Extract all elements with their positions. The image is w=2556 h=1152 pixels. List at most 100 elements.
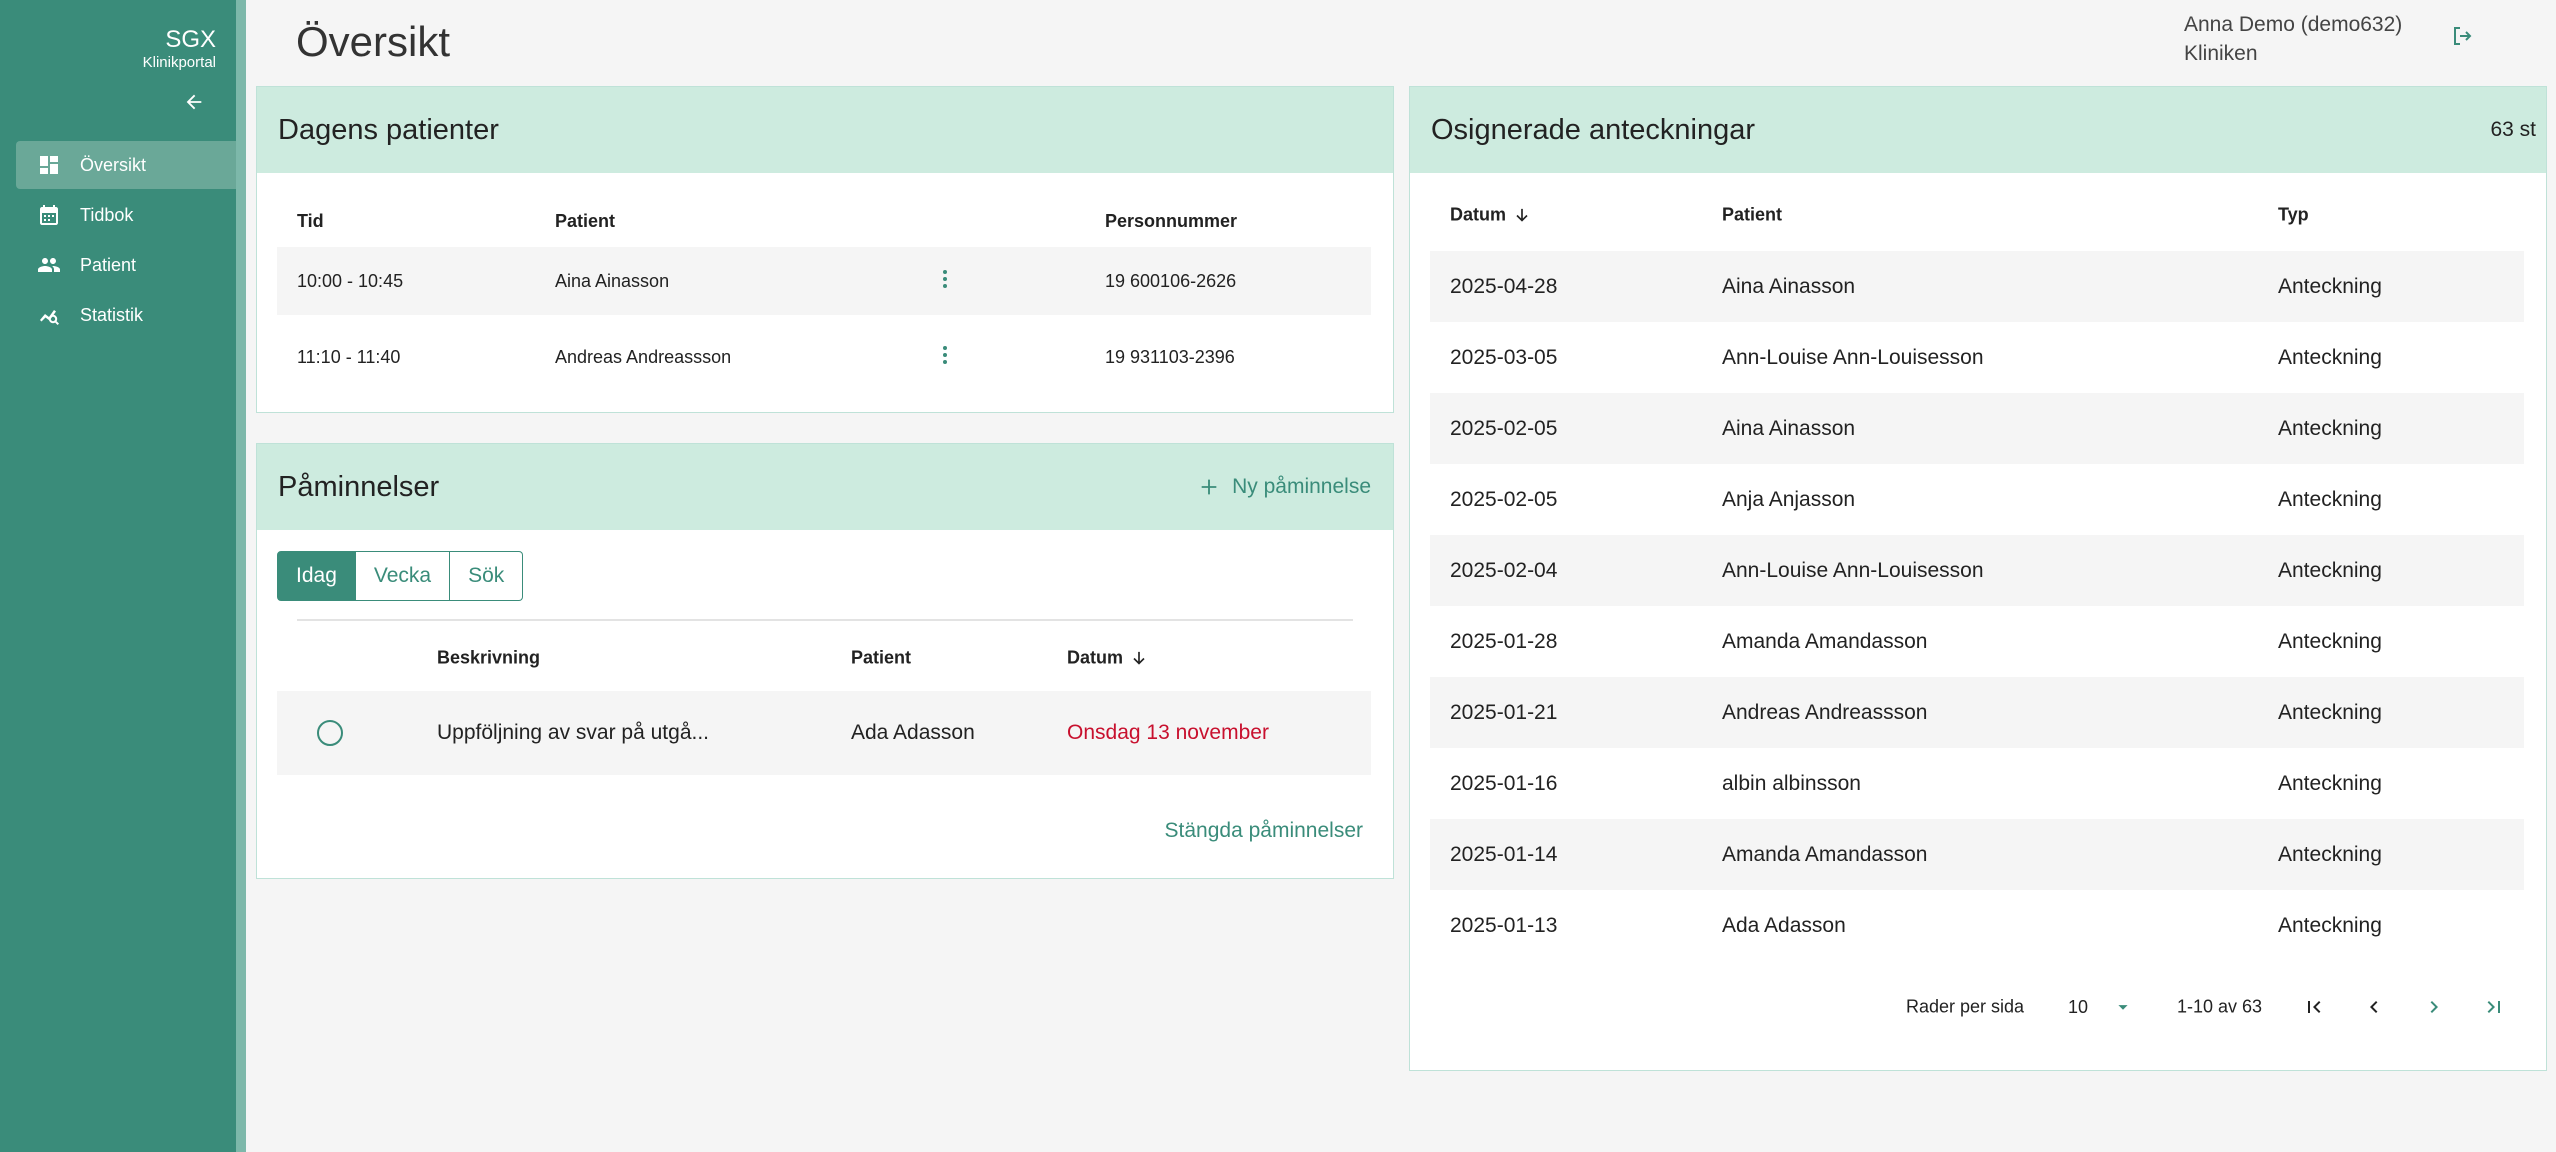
last-page-button[interactable] — [2476, 989, 2512, 1025]
cell-date: Onsdag 13 november — [1067, 721, 1269, 744]
cell-description: Uppföljning av svar på utgå... — [437, 721, 709, 744]
column-header-patient: Patient — [555, 210, 616, 231]
cell-type: Anteckning — [2278, 771, 2382, 795]
sidebar-item-statistik[interactable]: Statistik — [16, 291, 236, 339]
cell-date: 2025-04-28 — [1450, 274, 1558, 298]
statistics-icon — [36, 302, 62, 328]
cell-type: Anteckning — [2278, 558, 2382, 582]
brand: SGX Klinikportal — [143, 26, 216, 72]
brand-name: SGX — [165, 26, 216, 53]
table-row[interactable]: 10:00 - 10:45 Aina Ainasson 19 600106-26… — [277, 247, 1371, 315]
sidebar-item-label: Statistik — [80, 304, 144, 325]
tab-vecka[interactable]: Vecka — [355, 551, 451, 601]
unsigned-notes-header: Osignerade anteckningar 63 st — [1410, 87, 2546, 173]
unsigned-notes-count: 63 st — [2490, 118, 2536, 141]
complete-reminder-radio[interactable] — [317, 720, 343, 746]
table-row[interactable]: 2025-01-16 albin albinsson Anteckning — [1430, 748, 2524, 819]
sidebar-item-label: Tidbok — [80, 204, 134, 225]
cell-type: Anteckning — [2278, 274, 2382, 298]
table-row[interactable]: Uppföljning av svar på utgå... Ada Adass… — [277, 691, 1371, 775]
sort-arrow-down-icon — [1516, 208, 1528, 222]
sidebar: SGX Klinikportal Översikt Tidbok Patient — [0, 0, 236, 1152]
table-row[interactable]: 2025-01-28 Amanda Amandasson Anteckning — [1430, 606, 2524, 677]
new-reminder-label: Ny påminnelse — [1232, 475, 1371, 498]
rows-per-page-value: 10 — [2068, 996, 2089, 1017]
row-menu-button[interactable] — [933, 267, 957, 296]
table-row[interactable]: 2025-03-05 Ann-Louise Ann-Louisesson Antec… — [1430, 322, 2524, 393]
arrow-left-icon — [186, 94, 202, 110]
sidebar-item-label: Patient — [80, 254, 137, 275]
new-reminder-button[interactable]: Ny påminnelse — [1198, 444, 1371, 530]
sidebar-item-oversikt[interactable]: Översikt — [16, 141, 236, 189]
table-row[interactable]: 2025-01-14 Amanda Amandasson Anteckning — [1430, 819, 2524, 890]
unsigned-notes-card: Osignerade anteckningar 63 st Datum Pati… — [1409, 86, 2547, 1071]
sort-arrow-down-icon — [1133, 651, 1145, 665]
column-header-typ: Typ — [2278, 204, 2309, 225]
unsigned-notes-table: Datum Patient Typ 2025-04-28 Aina Ainasso… — [1430, 179, 2524, 961]
cell-patient: Ann-Louise Ann-Louisesson — [1722, 558, 1984, 582]
closed-reminders-link[interactable]: Stängda påminnelser — [1165, 819, 1363, 843]
table-row[interactable]: 2025-02-05 Anja Anjasson Anteckning — [1430, 464, 2524, 535]
table-row[interactable]: 2025-04-28 Aina Ainasson Anteckning — [1430, 251, 2524, 322]
sidebar-item-patient[interactable]: Patient — [16, 241, 236, 289]
cell-patient: Aina Ainasson — [1722, 274, 1856, 298]
column-header-beskrivning: Beskrivning — [437, 647, 541, 668]
table-header: Beskrivning Patient Datum — [277, 633, 1371, 683]
card-title: Påminnelser — [278, 470, 440, 503]
cell-patient: Amanda Amandasson — [1722, 629, 1928, 653]
table-row[interactable]: 2025-02-05 Aina Ainasson Anteckning — [1430, 393, 2524, 464]
cell-patient: Aina Ainasson — [1722, 416, 1856, 440]
cell-patient: Amanda Amandasson — [1722, 842, 1928, 866]
todays-patients-header: Dagens patienter — [257, 87, 1393, 173]
logout-button[interactable] — [2446, 20, 2478, 52]
plus-icon — [1201, 479, 1217, 495]
cell-date: 2025-02-05 — [1450, 416, 1558, 440]
column-header-datum-label: Datum — [1067, 647, 1124, 668]
table-row[interactable]: 2025-01-21 Andreas Andreassson Anteckning — [1430, 677, 2524, 748]
cell-patient: Ann-Louise Ann-Louisesson — [1722, 345, 1984, 369]
cell-patient: albin albinsson — [1722, 771, 1861, 795]
cell-date: 2025-03-05 — [1450, 345, 1558, 369]
cell-personnummer: 19 931103-2396 — [1105, 346, 1235, 367]
rows-per-page-label: Rader per sida — [1906, 996, 2025, 1017]
card-title: Osignerade anteckningar — [1431, 113, 1756, 146]
cell-patient: Aina Ainasson — [555, 270, 670, 291]
column-header-datum[interactable]: Datum — [1450, 205, 1532, 226]
cell-type: Anteckning — [2278, 842, 2382, 866]
chevron-right-icon — [2430, 1001, 2438, 1013]
cell-type: Anteckning — [2278, 345, 2382, 369]
cell-date: 2025-01-16 — [1450, 771, 1558, 795]
user-info: Anna Demo (demo632) Kliniken — [2184, 10, 2402, 68]
chevron-left-icon — [2370, 1001, 2378, 1013]
tab-sok[interactable]: Sök — [450, 551, 524, 601]
cell-personnummer: 19 600106-2626 — [1105, 270, 1237, 291]
dashboard-icon — [36, 152, 62, 178]
cell-date: 2025-01-14 — [1450, 842, 1558, 866]
table-row[interactable]: 2025-01-13 Ada Adasson Anteckning — [1430, 890, 2524, 961]
first-page-button[interactable] — [2296, 989, 2332, 1025]
next-page-button[interactable] — [2416, 989, 2452, 1025]
reminder-period-toggle: Idag Vecka Sök — [277, 551, 524, 601]
cell-tid: 11:10 - 11:40 — [297, 346, 401, 367]
cell-tid: 10:00 - 10:45 — [297, 270, 404, 291]
cell-date: 2025-02-05 — [1450, 487, 1558, 511]
cell-patient: Andreas Andreassson — [1722, 700, 1928, 724]
calendar-icon — [36, 202, 62, 228]
previous-page-button[interactable] — [2356, 989, 2392, 1025]
sidebar-item-tidbok[interactable]: Tidbok — [16, 191, 236, 239]
logout-icon — [2454, 27, 2472, 45]
collapse-sidebar-button[interactable] — [178, 86, 210, 118]
table-row[interactable]: 11:10 - 11:40 Andreas Andreassson 19 931… — [277, 323, 1371, 391]
column-header-datum[interactable]: Datum — [1067, 648, 1149, 669]
cell-type: Anteckning — [2278, 487, 2382, 511]
column-header-datum-label: Datum — [1450, 204, 1507, 225]
tab-idag[interactable]: Idag — [277, 551, 356, 601]
more-vertical-icon — [943, 269, 947, 288]
chevron-down-icon — [2118, 1005, 2128, 1010]
todays-patients-card: Dagens patienter Tid Patient Personnumme… — [256, 86, 1394, 413]
table-row[interactable]: 2025-02-04 Ann-Louise Ann-Louisesson Antec… — [1430, 535, 2524, 606]
table-header: Datum Patient Typ — [1430, 179, 2524, 251]
first-page-icon — [2308, 1001, 2321, 1013]
rows-per-page-select[interactable]: 10 — [2068, 996, 2134, 1018]
row-menu-button[interactable] — [933, 343, 957, 372]
